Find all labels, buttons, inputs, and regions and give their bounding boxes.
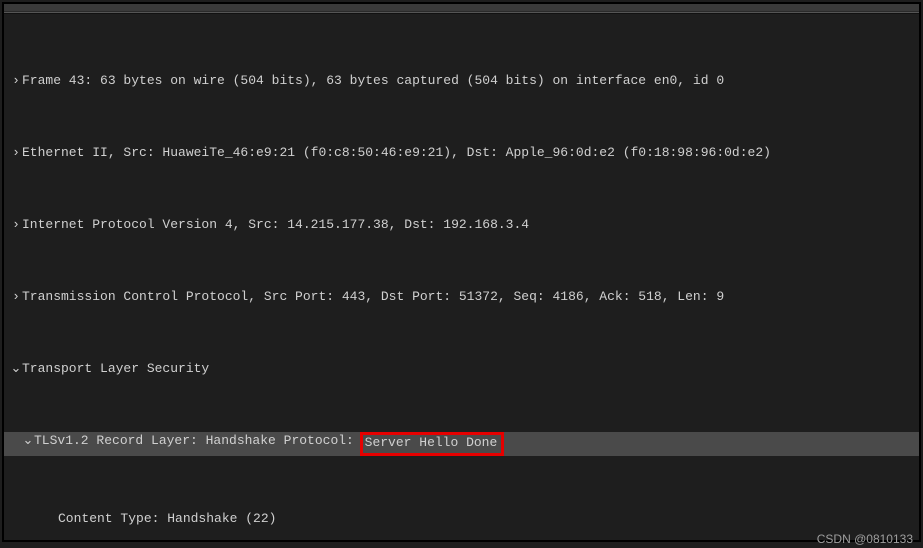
tree-label: Frame 43: 63 bytes on wire (504 bits), 6… [22,72,724,90]
chevron-down-icon[interactable]: ⌄ [10,360,22,378]
chevron-right-icon[interactable]: › [10,216,22,234]
protocol-tree[interactable]: › Frame 43: 63 bytes on wire (504 bits),… [4,14,919,542]
tree-label: Transmission Control Protocol, Src Port:… [22,288,724,306]
tree-label: Ethernet II, Src: HuaweiTe_46:e9:21 (f0:… [22,144,771,162]
packet-details-pane: › Frame 43: 63 bytes on wire (504 bits),… [2,2,921,542]
tree-row-ethernet[interactable]: › Ethernet II, Src: HuaweiTe_46:e9:21 (f… [4,144,919,162]
tree-label-boxed: Server Hello Done [365,435,498,450]
chevron-right-icon[interactable]: › [10,144,22,162]
toolbar-strip [4,4,919,12]
tree-row-content-type[interactable]: Content Type: Handshake (22) [4,510,919,528]
chevron-right-icon[interactable]: › [10,72,22,90]
tree-label: Content Type: Handshake (22) [58,510,276,528]
tree-row-ip[interactable]: › Internet Protocol Version 4, Src: 14.2… [4,216,919,234]
chevron-right-icon[interactable]: › [10,288,22,306]
tree-label: Transport Layer Security [22,360,209,378]
tree-row-tls-record[interactable]: ⌄ TLSv1.2 Record Layer: Handshake Protoc… [4,432,919,456]
chevron-down-icon[interactable]: ⌄ [22,432,34,450]
watermark: CSDN @0810133 [817,532,913,546]
tree-label-prefix: TLSv1.2 Record Layer: Handshake Protocol… [34,432,362,450]
tree-row-frame[interactable]: › Frame 43: 63 bytes on wire (504 bits),… [4,72,919,90]
tree-row-tcp[interactable]: › Transmission Control Protocol, Src Por… [4,288,919,306]
tree-label: Internet Protocol Version 4, Src: 14.215… [22,216,529,234]
highlight-box: Server Hello Done [360,432,505,456]
tree-row-tls[interactable]: ⌄ Transport Layer Security [4,360,919,378]
